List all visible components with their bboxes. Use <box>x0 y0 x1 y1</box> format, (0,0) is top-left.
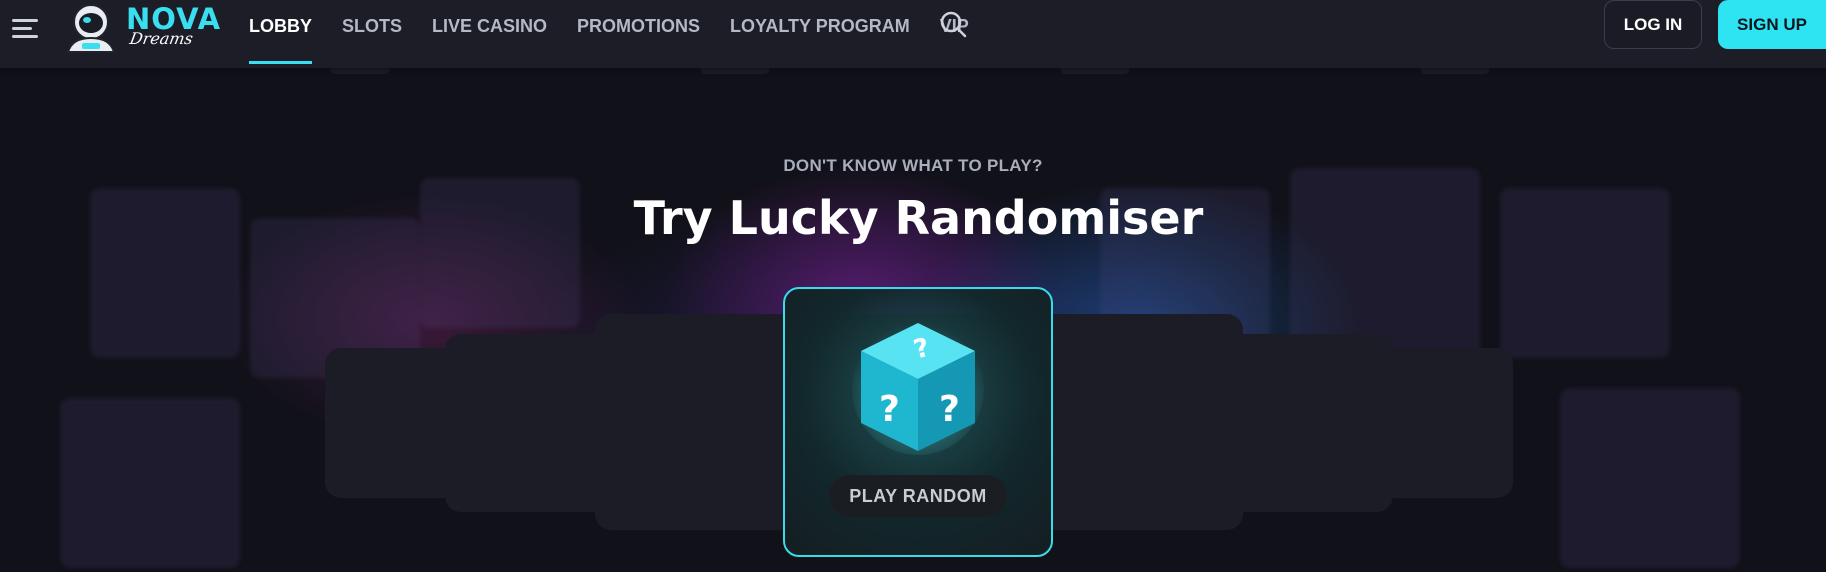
search-icon[interactable] <box>938 9 968 39</box>
play-random-card[interactable]: ? ? ? PLAY RANDOM <box>783 287 1053 557</box>
login-button[interactable]: LOG IN <box>1604 0 1702 49</box>
brand-logo[interactable]: NOVA Dreams <box>58 2 220 53</box>
svg-text:?: ? <box>879 389 900 430</box>
brand-tagline: Dreams <box>128 29 195 48</box>
hero-kicker: DON'T KNOW WHAT TO PLAY? <box>783 156 1043 175</box>
lucky-randomiser-section: DON'T KNOW WHAT TO PLAY? Try Lucky Rando… <box>0 68 1826 572</box>
play-random-button[interactable]: PLAY RANDOM <box>829 475 1007 517</box>
nav-slots[interactable]: SLOTS <box>342 0 402 64</box>
svg-text:?: ? <box>939 389 960 430</box>
main-nav: LOBBY SLOTS LIVE CASINO PROMOTIONS LOYAL… <box>249 0 999 64</box>
nav-promotions[interactable]: PROMOTIONS <box>577 0 700 64</box>
nav-loyalty-program[interactable]: LOYALTY PROGRAM <box>730 0 910 64</box>
nav-lobby[interactable]: LOBBY <box>249 0 312 64</box>
mystery-cube-icon: ? ? ? <box>852 323 984 455</box>
top-header: NOVA Dreams LOBBY SLOTS LIVE CASINO PROM… <box>0 0 1826 68</box>
background-game-tile <box>60 398 240 568</box>
header-edge-bumps <box>0 68 1826 76</box>
background-game-tile <box>1560 388 1740 568</box>
hamburger-menu-icon[interactable] <box>12 17 40 39</box>
hero-title: Try Lucky Randomiser <box>633 191 1204 245</box>
nav-live-casino[interactable]: LIVE CASINO <box>432 0 547 64</box>
astronaut-logo-icon <box>66 4 116 53</box>
signup-button[interactable]: SIGN UP <box>1718 0 1826 49</box>
